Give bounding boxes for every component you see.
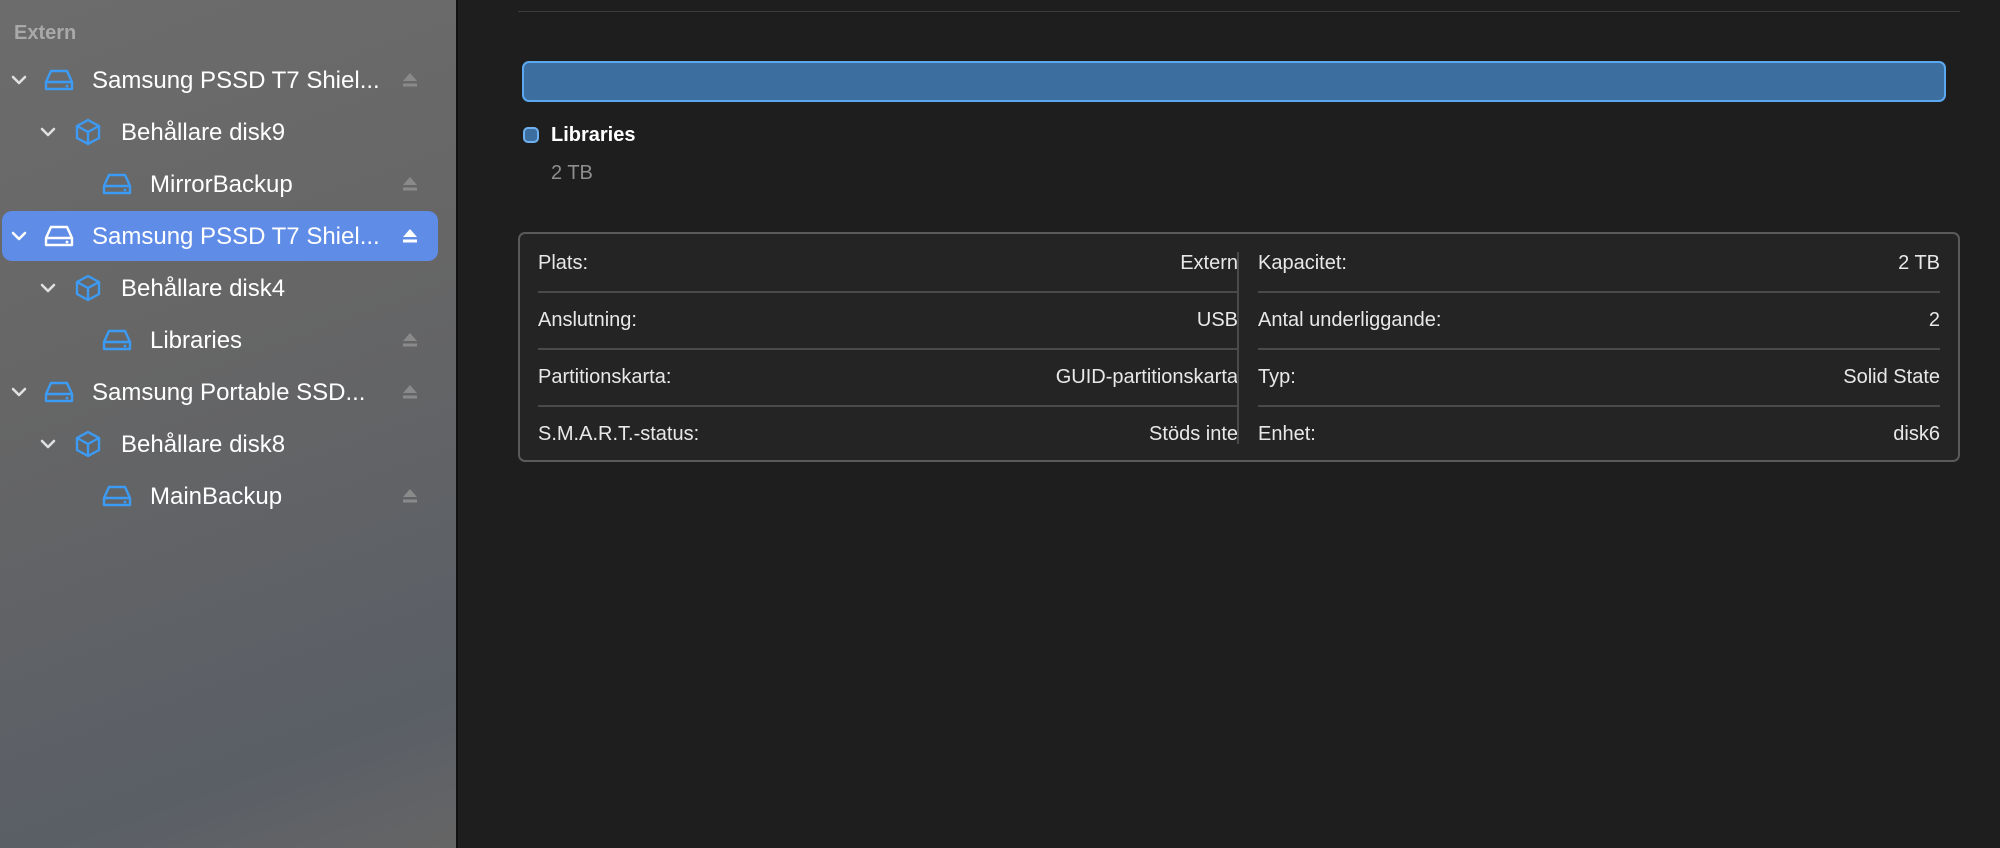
sidebar-item[interactable]: Libraries [2,315,438,365]
sidebar-item-label: MirrorBackup [150,171,293,198]
sidebar-item[interactable]: Behållare disk9 [2,107,438,157]
info-row: Partitionskarta: GUID-partitionskarta [538,348,1238,407]
sidebar-item[interactable]: Samsung PSSD T7 Shiel... [2,55,438,105]
eject-icon[interactable] [400,70,420,90]
info-value: Stöds inte [1149,423,1238,445]
info-value: Extern [1180,252,1238,274]
external-drive-icon [44,222,74,250]
info-row: Plats: Extern [538,234,1238,293]
sidebar-item[interactable]: Samsung PSSD T7 Shiel... [2,211,438,261]
sidebar-item-label: Samsung PSSD T7 Shiel... [92,223,380,250]
info-row: Antal underliggande: 2 [1258,291,1940,350]
sidebar-item[interactable]: MainBackup [2,471,438,521]
chevron-down-icon[interactable] [36,432,60,456]
info-value: Solid State [1843,366,1940,388]
info-label: Partitionskarta: [538,366,672,388]
legend-volume-name: Libraries [551,124,636,146]
container-cube-icon [73,118,103,146]
info-label: Typ: [1258,366,1296,388]
eject-icon[interactable] [400,174,420,194]
sidebar-item[interactable]: Behållare disk8 [2,419,438,469]
info-table: Plats: Extern Anslutning: USB Partitionskart… [518,232,1960,462]
volume-drive-icon [102,170,132,198]
legend-volume-size: 2 TB [551,162,593,184]
info-value: GUID-partitionskarta [1055,366,1238,388]
info-row: Kapacitet: 2 TB [1258,234,1940,293]
info-label: Enhet: [1258,423,1316,445]
info-value: 2 TB [1898,252,1940,274]
eject-icon[interactable] [400,382,420,402]
sidebar-item-label: Behållare disk8 [121,431,286,458]
chevron-down-icon[interactable] [7,380,31,404]
volume-drive-icon [102,482,132,510]
info-label: S.M.A.R.T.-status: [538,423,700,445]
info-value: 2 [1928,309,1940,331]
info-row: Enhet: disk6 [1258,405,1940,462]
info-row: S.M.A.R.T.-status: Stöds inte [538,405,1238,462]
container-cube-icon [73,430,103,458]
volume-drive-icon [102,326,132,354]
sidebar-item-label: Samsung PSSD T7 Shiel... [92,67,380,94]
legend-swatch [523,127,539,143]
eject-icon[interactable] [400,226,420,246]
sidebar-item-label: Behållare disk4 [121,275,286,302]
chevron-down-icon[interactable] [7,68,31,92]
info-column-divider [1237,252,1239,444]
sidebar: Extern Samsung PSSD T7 Shiel... Behållare… [0,0,456,848]
info-label: Kapacitet: [1258,252,1347,274]
chevron-down-icon[interactable] [36,120,60,144]
sidebar-item-label: Behållare disk9 [121,119,286,146]
external-drive-icon [44,378,74,406]
sidebar-item-label: MainBackup [150,483,283,510]
info-label: Antal underliggande: [1258,309,1442,331]
external-drive-icon [44,66,74,94]
sidebar-item[interactable]: MirrorBackup [2,159,438,209]
sidebar-divider [456,0,458,848]
sidebar-item[interactable]: Behållare disk4 [2,263,438,313]
info-row: Anslutning: USB [538,291,1238,350]
sidebar-item-label: Libraries [150,327,243,354]
eject-icon[interactable] [400,486,420,506]
container-cube-icon [73,274,103,302]
chevron-down-icon[interactable] [7,224,31,248]
sidebar-item[interactable]: Samsung Portable SSD... [2,367,438,417]
info-label: Anslutning: [538,309,637,331]
info-value: USB [1196,309,1238,331]
top-divider [518,11,1960,12]
info-value: disk6 [1893,423,1940,445]
info-label: Plats: [538,252,589,274]
chevron-down-icon[interactable] [36,276,60,300]
sidebar-item-label: Samsung Portable SSD... [92,379,366,406]
sidebar-section-header: Extern [14,22,77,44]
info-row: Typ: Solid State [1258,348,1940,407]
eject-icon[interactable] [400,330,420,350]
usage-bar [522,61,1946,102]
